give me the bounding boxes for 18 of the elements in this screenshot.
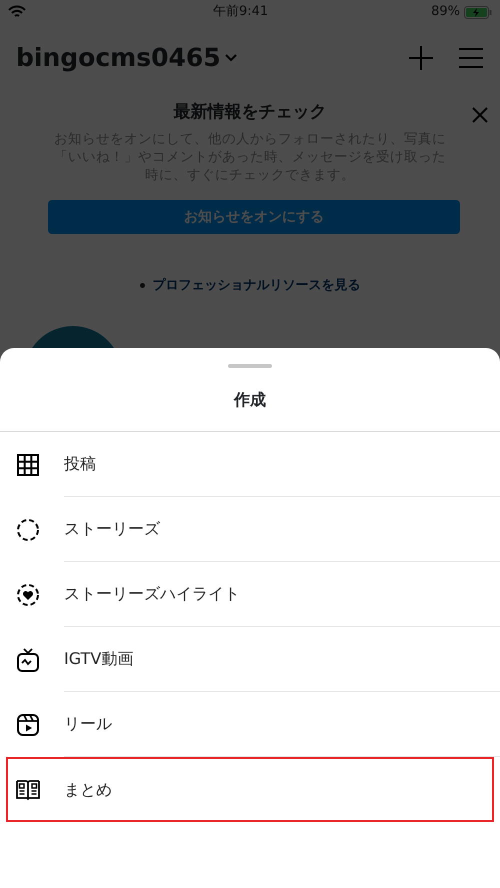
tv-icon — [16, 648, 40, 672]
battery-percentage: 89% — [431, 3, 460, 22]
account-username: bingocms0465 — [16, 42, 221, 74]
notice-title: 最新情報をチェック — [172, 101, 328, 124]
dashed-circle-icon — [16, 518, 40, 542]
grid-icon — [16, 452, 40, 476]
menu-item[interactable]: IGTV動画 — [0, 627, 500, 692]
menu-item[interactable]: ストーリーズ — [0, 497, 500, 562]
status-time: 午前9:41 — [212, 3, 268, 22]
reel-icon — [16, 712, 40, 736]
heart-circle-icon — [16, 582, 40, 606]
sheet-title: 作成 — [0, 368, 500, 432]
menu-item[interactable]: 投稿 — [0, 432, 500, 497]
menu-item[interactable]: リール — [0, 692, 500, 757]
open-book-icon — [16, 778, 40, 802]
menu-item[interactable]: ストーリーズハイライト — [0, 562, 500, 627]
drag-handle[interactable] — [228, 364, 272, 368]
menu-item[interactable]: まとめ — [6, 757, 494, 822]
